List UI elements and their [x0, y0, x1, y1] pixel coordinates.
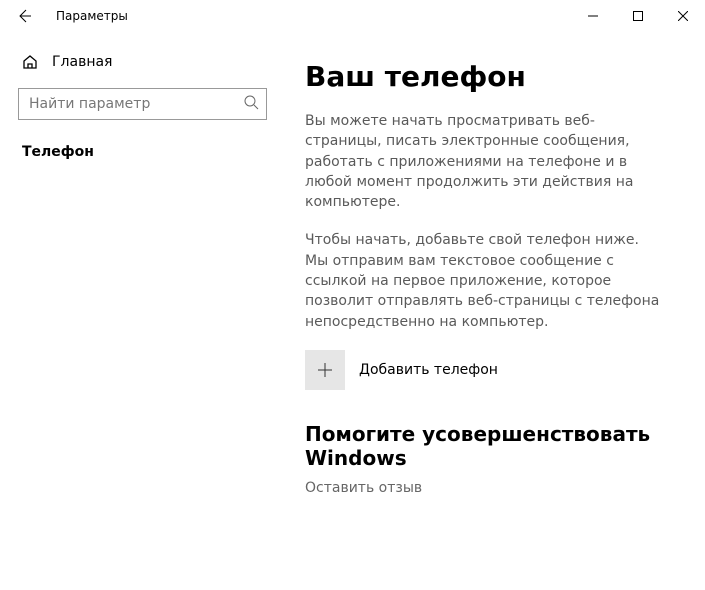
maximize-icon — [633, 11, 643, 21]
caption-buttons — [570, 1, 705, 31]
content-area: Ваш телефон Вы можете начать просматрива… — [285, 32, 705, 590]
minimize-icon — [588, 11, 598, 21]
window-body: Главная Телефон Ваш телефон Вы можете на… — [0, 32, 705, 590]
minimize-button[interactable] — [570, 1, 615, 31]
intro-paragraph-1: Вы можете начать просматривать веб-стран… — [305, 111, 665, 212]
add-phone-icon-box — [305, 350, 345, 390]
sidebar-item-phone[interactable]: Телефон — [10, 134, 275, 170]
maximize-button[interactable] — [615, 1, 660, 31]
home-icon — [22, 54, 38, 70]
close-icon — [678, 11, 688, 21]
home-label: Главная — [52, 54, 112, 70]
back-button[interactable] — [8, 0, 40, 32]
sidebar: Главная Телефон — [0, 32, 285, 590]
settings-window: Параметры Главная — [0, 0, 705, 590]
arrow-left-icon — [16, 8, 32, 24]
sidebar-item-label: Телефон — [22, 144, 94, 160]
titlebar-left: Параметры — [8, 0, 128, 32]
plus-icon — [316, 361, 334, 379]
home-nav-item[interactable]: Главная — [10, 46, 275, 78]
page-title: Ваш телефон — [305, 60, 669, 93]
search-container — [18, 88, 267, 120]
add-phone-button[interactable]: Добавить телефон — [305, 350, 669, 390]
intro-paragraph-2: Чтобы начать, добавьте свой телефон ниже… — [305, 230, 665, 331]
titlebar: Параметры — [0, 0, 705, 32]
add-phone-label: Добавить телефон — [359, 362, 498, 378]
search-input[interactable] — [18, 88, 267, 120]
window-title: Параметры — [56, 9, 128, 23]
feedback-section-title: Помогите усовершенствовать Windows — [305, 422, 669, 470]
close-button[interactable] — [660, 1, 705, 31]
feedback-link[interactable]: Оставить отзыв — [305, 480, 669, 496]
